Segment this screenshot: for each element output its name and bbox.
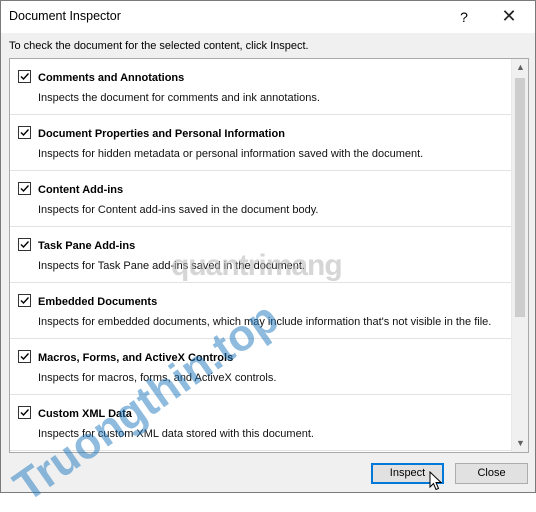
instruction-text: To check the document for the selected c… — [9, 40, 309, 52]
item-title: Macros, Forms, and ActiveX Controls — [38, 352, 234, 364]
checkmark-icon — [20, 73, 30, 81]
item-description: Inspects for Content add-ins saved in th… — [38, 204, 319, 216]
inspection-item-properties: Document Properties and Personal Informa… — [10, 115, 511, 171]
close-window-icon[interactable]: ✕ — [499, 6, 519, 26]
window-title: Document Inspector — [9, 9, 121, 23]
title-bar: Document Inspector ? ✕ — [1, 1, 535, 33]
item-title: Custom XML Data — [38, 408, 132, 420]
item-title: Content Add-ins — [38, 184, 124, 196]
inspection-item-custom-xml: Custom XML Data Inspects for custom XML … — [10, 395, 511, 451]
vertical-scrollbar[interactable]: ▲ ▼ — [511, 59, 528, 452]
inspection-item-embedded: Embedded Documents Inspects for embedded… — [10, 283, 511, 339]
inspection-item-macros: Macros, Forms, and ActiveX Controls Insp… — [10, 339, 511, 395]
item-description: Inspects for embedded documents, which m… — [38, 316, 492, 328]
item-description: Inspects for hidden metadata or personal… — [38, 148, 424, 160]
document-inspector-dialog: Document Inspector ? ✕ To check the docu… — [0, 0, 536, 511]
checkbox-taskpane-addins[interactable] — [18, 238, 31, 251]
scroll-thumb[interactable] — [515, 78, 525, 317]
inspection-list: Comments and Annotations Inspects the do… — [9, 58, 529, 453]
checkbox-embedded[interactable] — [18, 294, 31, 307]
item-description: Inspects the document for comments and i… — [38, 92, 320, 104]
checkmark-icon — [20, 185, 30, 193]
item-title: Embedded Documents — [38, 296, 158, 308]
checkbox-content-addins[interactable] — [18, 182, 31, 195]
inspection-items: Comments and Annotations Inspects the do… — [10, 59, 511, 451]
inspection-item-content-addins: Content Add-ins Inspects for Content add… — [10, 171, 511, 227]
item-description: Inspects for custom XML data stored with… — [38, 428, 314, 440]
item-title: Document Properties and Personal Informa… — [38, 128, 285, 140]
item-title: Task Pane Add-ins — [38, 240, 136, 252]
checkbox-custom-xml[interactable] — [18, 406, 31, 419]
checkbox-macros[interactable] — [18, 350, 31, 363]
item-description: Inspects for Task Pane add-ins saved in … — [38, 260, 306, 272]
checkmark-icon — [20, 241, 30, 249]
checkmark-icon — [20, 129, 30, 137]
close-button[interactable]: Close — [455, 463, 528, 484]
inspection-item-taskpane-addins: Task Pane Add-ins Inspects for Task Pane… — [10, 227, 511, 283]
checkbox-properties[interactable] — [18, 126, 31, 139]
scroll-down-icon[interactable]: ▼ — [512, 435, 528, 452]
mouse-cursor-icon — [429, 471, 443, 491]
inspection-item-comments: Comments and Annotations Inspects the do… — [10, 59, 511, 115]
checkmark-icon — [20, 353, 30, 361]
item-description: Inspects for macros, forms, and ActiveX … — [38, 372, 277, 384]
item-title: Comments and Annotations — [38, 72, 185, 84]
checkmark-icon — [20, 297, 30, 305]
checkbox-comments[interactable] — [18, 70, 31, 83]
help-button[interactable]: ? — [455, 7, 473, 27]
scroll-up-icon[interactable]: ▲ — [512, 59, 528, 76]
checkmark-icon — [20, 409, 30, 417]
